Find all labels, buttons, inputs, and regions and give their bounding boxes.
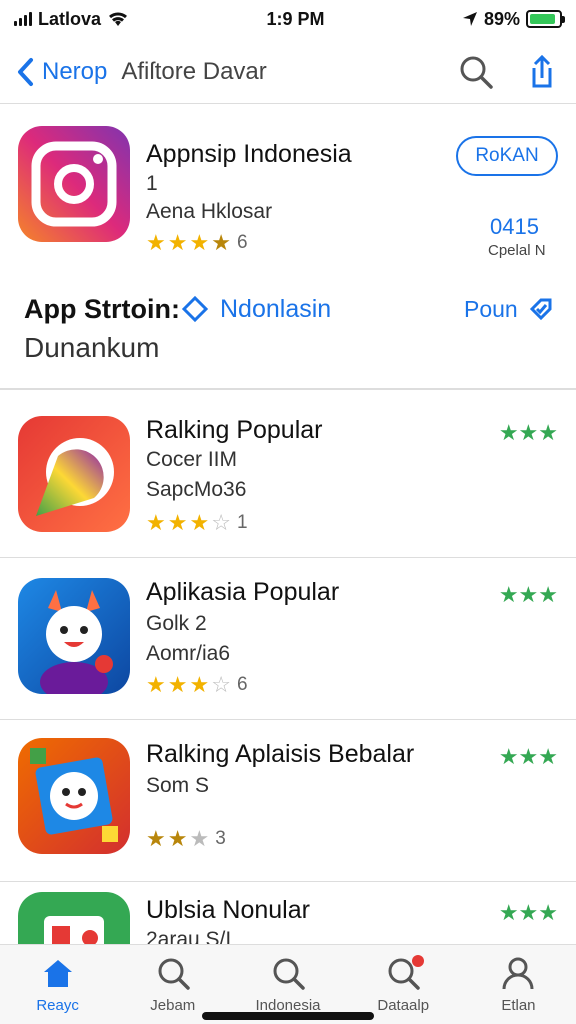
tab-account[interactable]: Etlan <box>461 945 576 1024</box>
featured-app-line2: Aena Hklosar <box>146 200 273 223</box>
star-icon: ★ <box>146 510 166 535</box>
star-icon: ★ <box>189 230 210 255</box>
tab-label: Reayc <box>36 997 79 1014</box>
star-icon: ★ <box>167 510 188 535</box>
rating-count: 3 <box>215 828 226 849</box>
section-tag[interactable]: Ndonlasin <box>180 294 331 324</box>
home-indicator <box>202 1012 374 1020</box>
app-subtitle: Golk 2 <box>146 612 207 635</box>
section-title: App Strtoin: <box>24 294 180 324</box>
app-category: SapcMo36 <box>146 478 247 501</box>
nav-bar: Nerop Afiſtore Davar <box>0 40 576 104</box>
star-icon: ★ <box>146 826 166 851</box>
carrier-label: Latlova <box>38 8 102 29</box>
rating-count: 6 <box>236 232 248 253</box>
app-rating: ★ ★ ★ ☆ 6 <box>146 672 248 698</box>
app-icon <box>18 738 130 854</box>
app-icon <box>18 416 130 532</box>
star-icon: ★ <box>189 672 210 697</box>
app-icon <box>18 578 130 694</box>
star-icon: ★ <box>167 672 188 697</box>
search-icon[interactable] <box>458 54 494 90</box>
rating-count: 6 <box>236 674 248 695</box>
tab-label: Etlan <box>501 997 536 1014</box>
star-icon: ★ <box>167 230 188 255</box>
share-icon[interactable] <box>524 54 560 90</box>
star-icon: ★ <box>146 672 166 697</box>
tag-icon <box>181 295 209 323</box>
location-arrow-icon <box>462 12 477 26</box>
home-icon <box>43 960 72 987</box>
featured-app-icon <box>18 126 130 242</box>
tag-check-icon <box>529 298 552 321</box>
featured-app[interactable]: Appnsip Indonesia 1 Aena Hklosar ★ ★ ★ ★… <box>0 110 576 270</box>
app-right-rating: ★★★ <box>498 744 558 769</box>
featured-score: 0415 <box>490 214 539 239</box>
app-subtitle: Som S <box>146 774 210 797</box>
rating-count: 1 <box>236 512 248 533</box>
list-item[interactable]: Ralking Popular Cocer IIM SapcMo36 ★ ★ ★… <box>0 396 576 558</box>
featured-rating: ★ ★ ★ ★ 6 <box>146 230 248 256</box>
status-time: 1:9 PM <box>266 8 325 29</box>
search-icon <box>273 958 305 990</box>
app-subtitle: Cocer IIM <box>146 448 238 471</box>
star-empty-icon: ☆ <box>211 672 231 697</box>
tab-home[interactable]: Reayc <box>0 945 115 1024</box>
section-tag-label: Ndonlasin <box>220 294 332 323</box>
person-icon <box>502 957 534 990</box>
app-right-rating: ★★★ <box>498 900 558 925</box>
page-title: Afiſtore Davar <box>121 57 267 85</box>
app-rating: ★ ★ ★ 3 <box>146 826 226 852</box>
see-more-link[interactable]: Poun <box>464 294 556 324</box>
app-name: Ralking Popular <box>146 416 323 444</box>
battery-percent: 89% <box>483 8 520 29</box>
star-icon: ★ <box>189 510 210 535</box>
app-rating: ★ ★ ★ ☆ 1 <box>146 510 248 536</box>
app-name: Ublsia Nonular <box>146 896 310 924</box>
star-half-icon: ★ <box>211 230 231 255</box>
featured-app-name: Appnsip Indonesia <box>146 140 352 168</box>
list-item[interactable]: Ralking Aplaisis Bebalar Som S ★ ★ ★ 3 ★… <box>0 720 576 882</box>
app-category: Aomr/ia6 <box>146 642 231 665</box>
star-empty-icon: ★ <box>189 826 210 851</box>
star-icon: ★ <box>146 230 166 255</box>
search-icon <box>158 958 190 990</box>
app-name: Aplikasia Popular <box>146 578 340 606</box>
app-name: Ralking Aplaisis Bebalar <box>146 740 415 768</box>
star-empty-icon: ☆ <box>211 510 231 535</box>
list-item[interactable]: Aplikasia Popular Golk 2 Aomr/ia6 ★ ★ ★ … <box>0 558 576 720</box>
back-label: Nerop <box>42 57 108 85</box>
chevron-left-icon <box>18 57 33 86</box>
featured-score-label: Cpelal N <box>488 242 546 259</box>
app-right-rating: ★★★ <box>498 420 558 445</box>
featured-app-line1: 1 <box>146 172 158 195</box>
notification-badge <box>411 955 424 967</box>
see-more-label: Poun <box>464 295 518 322</box>
section-header: App Strtoin: Ndonlasin Dunankum Poun <box>0 282 576 390</box>
battery-icon <box>526 10 565 28</box>
star-icon: ★ <box>167 826 188 851</box>
get-button[interactable]: RoKAN <box>456 136 558 176</box>
tab-label: Dataalp <box>377 997 430 1014</box>
wifi-icon <box>109 12 128 26</box>
tab-label: Jebam <box>150 997 196 1014</box>
signal-icon <box>14 12 32 26</box>
status-bar: Latlova 1:9 PM 89% <box>0 0 576 38</box>
app-right-rating: ★★★ <box>498 582 558 607</box>
section-subtitle: Dunankum <box>24 332 160 363</box>
back-button[interactable]: Nerop <box>16 57 107 87</box>
